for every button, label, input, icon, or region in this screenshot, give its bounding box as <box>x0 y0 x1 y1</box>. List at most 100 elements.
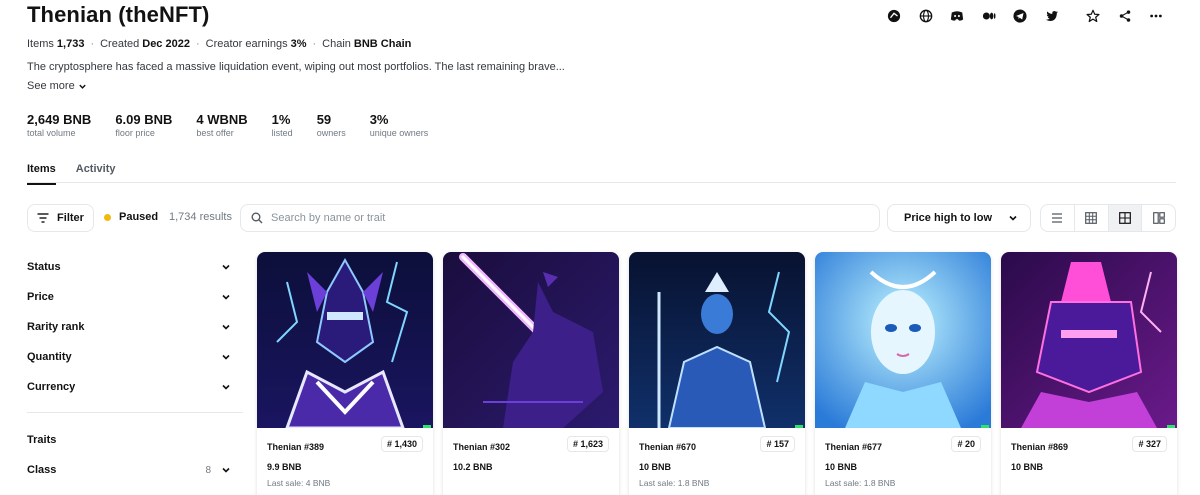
twitter-icon[interactable] <box>1036 7 1068 25</box>
more-icon[interactable] <box>1141 7 1173 25</box>
filter-currency[interactable]: Currency <box>27 372 243 402</box>
card-body: Thenian #302 # 1,623 10.2 BNB <box>443 428 619 486</box>
nft-card[interactable]: Thenian #302 # 1,623 10.2 BNB <box>443 252 619 495</box>
filter-status[interactable]: Status <box>27 252 243 282</box>
status-indicator: Paused <box>104 211 158 223</box>
large-grid-icon <box>1118 212 1131 224</box>
chevron-down-icon <box>222 324 230 330</box>
nft-image <box>443 252 619 428</box>
collection-title: Thenian (theNFT) <box>27 2 210 27</box>
share-icon[interactable] <box>1109 7 1141 25</box>
telegram-icon[interactable] <box>1005 7 1037 25</box>
results-count: 1,734 results <box>169 211 232 223</box>
nft-card[interactable]: Thenian #389 # 1,430 9.9 BNB Last sale: … <box>257 252 433 495</box>
stat-value: 2,649 BNB <box>27 112 92 127</box>
search-box[interactable] <box>240 204 880 232</box>
separator: · <box>312 38 317 50</box>
separator: · <box>90 38 95 50</box>
collection-meta: Items 1,733 · Created Dec 2022 · Creator… <box>27 38 411 50</box>
filter-label: Status <box>27 261 61 273</box>
stat-value: 4 WBNB <box>196 112 248 127</box>
trait-class[interactable]: Class 8 <box>27 455 243 485</box>
search-icon <box>251 212 263 224</box>
chevron-down-icon <box>222 384 230 390</box>
detail-view-button[interactable] <box>1142 205 1175 231</box>
nft-image <box>1001 252 1177 428</box>
rarity-badge: # 327 <box>1132 436 1167 452</box>
separator: · <box>195 38 200 50</box>
large-grid-button[interactable] <box>1108 205 1143 231</box>
last-sale: Last sale: 4 BNB <box>267 478 331 488</box>
nft-card[interactable]: Thenian #869 # 327 10 BNB <box>1001 252 1177 495</box>
tab-divider <box>27 182 1176 183</box>
rarity-badge: # 20 <box>951 436 981 452</box>
star-icon[interactable] <box>1078 7 1110 25</box>
rarity-badge: # 157 <box>760 436 795 452</box>
see-more-button[interactable]: See more <box>27 80 87 92</box>
stat-listed: 1% listed <box>272 112 293 138</box>
filter-rarity-rank[interactable]: Rarity rank <box>27 312 243 342</box>
nft-price: 10.2 BNB <box>453 462 493 472</box>
meta-chain-value: BNB Chain <box>353 38 412 50</box>
toolbar: Filter Paused 1,734 results Price high t… <box>27 204 1176 232</box>
status-label: Paused <box>119 211 159 223</box>
stat-label: owners <box>316 128 346 138</box>
search-input[interactable] <box>271 212 831 224</box>
sort-dropdown[interactable]: Price high to low <box>887 204 1031 232</box>
nft-card[interactable]: Thenian #670 # 157 10 BNB Last sale: 1.8… <box>629 252 805 495</box>
meta-earnings-value: 3% <box>290 38 307 50</box>
filter-label: Filter <box>57 212 84 224</box>
explorer-icon[interactable] <box>879 7 911 25</box>
filter-label: Price <box>27 291 54 303</box>
meta-chain-label: Chain <box>322 38 351 50</box>
filter-icon <box>37 213 49 223</box>
detail-view-icon <box>1152 212 1165 224</box>
stat-value: 3% <box>369 112 389 127</box>
see-more-label: See more <box>27 80 75 92</box>
card-body: Thenian #389 # 1,430 9.9 BNB Last sale: … <box>257 428 433 495</box>
nft-image <box>257 252 433 428</box>
filter-label: Quantity <box>27 351 72 363</box>
chevron-down-icon <box>222 354 230 360</box>
nft-price: 10 BNB <box>1011 462 1044 472</box>
trait-label: Class <box>27 464 57 476</box>
chevron-down-icon <box>222 294 230 300</box>
list-view-button[interactable] <box>1041 205 1075 231</box>
stat-unique-owners: 3% unique owners <box>370 112 429 138</box>
small-grid-button[interactable] <box>1075 205 1109 231</box>
stat-label: total volume <box>27 128 76 138</box>
filter-label: Currency <box>27 381 76 393</box>
chevron-down-icon <box>1009 215 1017 221</box>
list-view-icon <box>1052 213 1063 223</box>
collection-stats: 2,649 BNB total volume 6.09 BNB floor pric… <box>27 112 452 138</box>
stat-best-offer: 4 WBNB best offer <box>196 112 247 138</box>
nft-card[interactable]: Thenian #677 # 20 10 BNB Last sale: 1.8 … <box>815 252 991 495</box>
last-sale: Last sale: 1.8 BNB <box>825 478 896 488</box>
stat-value: 59 <box>316 112 332 127</box>
status-dot <box>104 213 111 221</box>
stat-label: unique owners <box>369 128 429 138</box>
filter-label: Rarity rank <box>27 321 85 333</box>
stat-value: 6.09 BNB <box>115 112 173 127</box>
discord-icon[interactable] <box>942 7 974 25</box>
medium-icon[interactable] <box>973 7 1005 25</box>
nft-price: 9.9 BNB <box>267 462 302 472</box>
meta-items-value: 1,733 <box>56 38 85 50</box>
meta-created-label: Created <box>100 38 140 50</box>
stat-total-volume: 2,649 BNB total volume <box>27 112 91 138</box>
filter-price[interactable]: Price <box>27 282 243 312</box>
nft-image <box>629 252 805 428</box>
globe-icon[interactable] <box>910 7 942 25</box>
filter-button[interactable]: Filter <box>27 204 94 232</box>
stat-label: floor price <box>115 128 155 138</box>
filter-quantity[interactable]: Quantity <box>27 342 243 372</box>
small-grid-icon <box>1085 212 1098 224</box>
stat-value: 1% <box>271 112 291 127</box>
stat-label: listed <box>271 128 293 138</box>
sort-label: Price high to low <box>904 212 993 224</box>
meta-items-label: Items <box>27 38 54 50</box>
collection-description: The cryptosphere has faced a massive liq… <box>27 61 565 73</box>
filter-sidebar: Status Price Rarity rank Quantity Curren… <box>27 252 243 485</box>
stat-label: best offer <box>196 128 234 138</box>
card-body: Thenian #869 # 327 10 BNB <box>1001 428 1177 486</box>
